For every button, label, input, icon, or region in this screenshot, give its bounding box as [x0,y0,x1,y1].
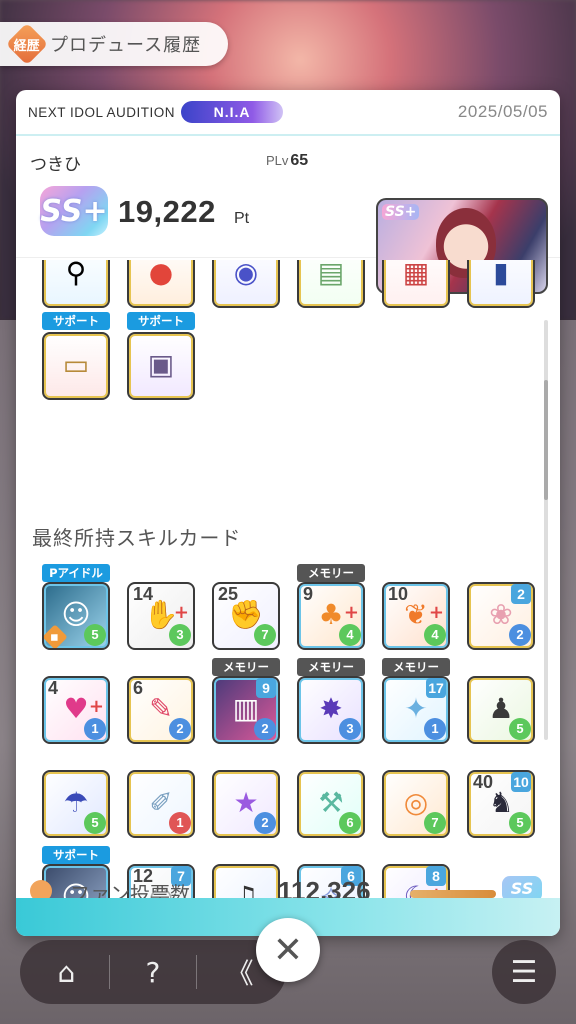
plv-value: 65 [290,152,309,169]
nav-divider [109,955,111,989]
skill-card[interactable]: 40 10 ♞ 5 [467,770,535,838]
bread-icon: ▭ [62,348,90,381]
skill-card[interactable]: 2 ❀ 2 [467,582,535,650]
skill-card[interactable]: 25 ✊ 7 [212,582,280,650]
upgrade-plus-icon: + [428,602,444,623]
skill-card-cost: 5 [84,812,106,834]
p-item-card[interactable]: ▦ [382,260,450,308]
bottle-icon: ◉ [233,260,259,289]
skill-card-cost: 4 [339,624,361,646]
support-tag: サポート [42,846,110,864]
skill-card-cost: 2 [254,718,276,740]
skill-card-cost: 3 [169,624,191,646]
skill-card[interactable]: 4 ♥ + 1 [42,676,110,744]
history-scroll-area[interactable]: ⚲ ● ◉ ▤ ▦ ▮ サポート ▭ サポート ▣ 最終所持スキルカード Pアイ… [16,260,560,898]
p-item-card[interactable]: ▤ [297,260,365,308]
support-tag: サポート [42,312,110,330]
nav-divider [195,955,197,989]
skill-card[interactable]: ♟ 5 [467,676,535,744]
skill-card-cost: 7 [254,624,276,646]
p-item-card[interactable]: ◉ [212,260,280,308]
bottom-nav: ⌂ ? 《 [20,940,286,1004]
p-item-card[interactable]: ▮ [467,260,535,308]
skill-card-cost: 2 [169,718,191,740]
skill-card-cost: 6 [339,812,361,834]
skill-card[interactable]: ✸ 3 [297,676,365,744]
support-tag: サポート [127,312,195,330]
memory-tag: メモリー [297,564,365,582]
skill-card-cost: 3 [339,718,361,740]
p-idol-tag: Pアイドル [42,564,110,582]
produce-history-panel: NEXT IDOL AUDITION N.I.A 2025/05/05 つきひ … [16,90,560,936]
skill-card-cost: 7 [424,812,446,834]
audition-badge: N.I.A [181,101,284,123]
skill-card[interactable]: ★ 2 [212,770,280,838]
upgrade-plus-icon: + [343,602,359,623]
photo-frame-icon: ▣ [147,348,175,381]
skill-card-cost: 1 [84,718,106,740]
skill-card-cost: 5 [84,624,106,646]
upgrade-plus-icon: + [88,696,104,717]
skill-card[interactable]: 6 ✎ 2 [127,676,195,744]
notebook-icon: ▮ [493,260,509,289]
skill-card[interactable]: 14 ✋ + 3 [127,582,195,650]
player-level: PLv 65 [266,152,308,170]
support-item-card[interactable]: ▣ [127,332,195,400]
thumb-rank-badge: SS+ [382,204,420,220]
skill-card[interactable]: ◎ 7 [382,770,450,838]
memory-tag: メモリー [212,658,280,676]
skill-card[interactable]: 9 ♣ + 4 [297,582,365,650]
scrollbar[interactable] [544,320,548,740]
skill-card-cost: 5 [509,812,531,834]
close-button[interactable]: ✕ [256,918,320,982]
skill-card[interactable]: ⚒ 6 [297,770,365,838]
plv-label: PLv [266,153,289,168]
skill-card-cost: 4 [424,624,446,646]
support-item-card[interactable]: ▭ [42,332,110,400]
skill-card[interactable]: 17 ✦ 1 [382,676,450,744]
upgrade-plus-icon: + [173,602,189,623]
player-name: つきひ [30,155,81,175]
skill-card-cost: 2 [254,812,276,834]
memory-tag: メモリー [297,658,365,676]
rank-badge: SS+ [40,186,108,236]
p-item-card[interactable]: ⚲ [42,260,110,308]
skill-card[interactable]: 10 ❦ + 4 [382,582,450,650]
skill-card-cost: 2 [509,624,531,646]
skill-card[interactable]: ✐ 1 [127,770,195,838]
score-value: 19,222 [118,194,216,229]
score-unit: Pt [234,210,250,227]
earring-icon: ⚲ [65,260,87,289]
skill-card-section-title: 最終所持スキルカード [32,526,242,550]
paper-icon: ▦ [402,260,430,289]
skill-card[interactable]: ☂ 5 [42,770,110,838]
result-summary: つきひ PLv 65 SS+ 19,222 Pt SS+ [16,136,560,294]
skill-card-cost: 1 [169,812,191,834]
skill-card-cost: 1 [424,718,446,740]
audition-label: NEXT IDOL AUDITION [28,104,176,120]
scrollbar-thumb[interactable] [544,380,548,500]
audition-date: 2025/05/05 [457,102,548,121]
book-icon: ▤ [317,260,345,289]
header: 経歴 プロデュース履歴 [0,22,228,66]
p-item-card[interactable]: ● [127,260,195,308]
memory-tag: メモリー [382,658,450,676]
home-icon[interactable]: ⌂ [44,950,88,994]
skill-card[interactable]: 9 ▥ 2 [212,676,280,744]
fan-vote-meter [410,890,496,898]
history-icon: 経歴 [5,22,49,66]
menu-button[interactable]: ☰ [492,940,556,1004]
skill-card[interactable]: ☺ ◆ 5 [42,582,110,650]
panel-header: NEXT IDOL AUDITION N.I.A 2025/05/05 [16,90,560,136]
ball-icon: ● [148,260,174,289]
help-icon[interactable]: ? [131,950,175,994]
double-chevron-left-icon[interactable]: 《 [218,950,262,994]
skill-card-cost: 5 [509,718,531,740]
page-title: プロデュース履歴 [50,35,202,56]
